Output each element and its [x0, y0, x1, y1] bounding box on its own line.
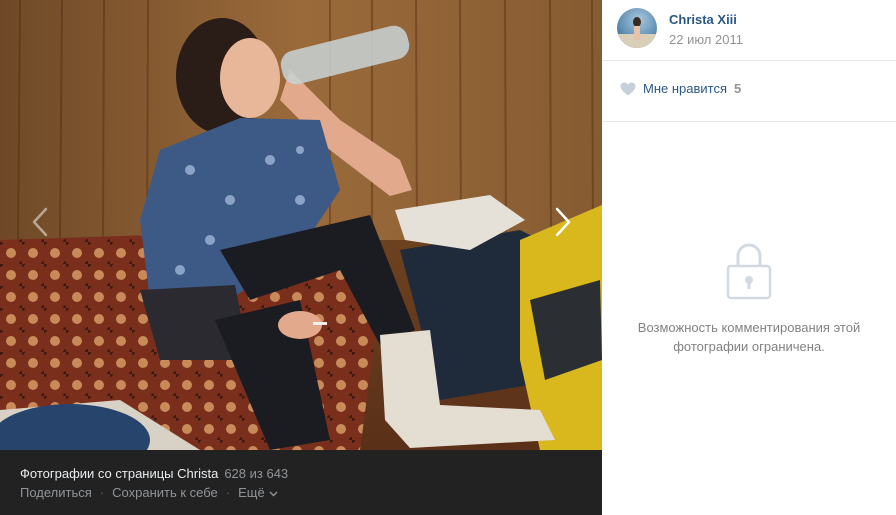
photo-date: 22 июл 2011: [669, 32, 743, 47]
next-photo-arrow-icon[interactable]: [549, 205, 577, 239]
lock-icon: [726, 243, 772, 300]
heart-icon: [620, 82, 636, 95]
photo-actions: Поделиться · Сохранить к себе · Ещё: [20, 485, 278, 500]
owner-header: Christa Xiii 22 июл 2011: [602, 0, 896, 61]
like-section: Мне нравится 5: [602, 61, 896, 122]
album-title-link[interactable]: Фотографии со страницы Christa: [20, 466, 218, 481]
photo-info-pane: Christa Xiii 22 июл 2011 Мне нравится 5 …: [602, 0, 896, 515]
owner-name-link[interactable]: Christa Xiii: [669, 12, 737, 27]
comments-restricted: Возможность комментирования этой фотогра…: [602, 240, 896, 356]
actions-separator: ·: [99, 485, 105, 500]
save-to-album-button[interactable]: Сохранить к себе: [112, 485, 218, 500]
share-button[interactable]: Поделиться: [20, 485, 92, 500]
owner-avatar[interactable]: [617, 8, 657, 48]
photo-image[interactable]: [0, 0, 602, 450]
photo-footer: Фотографии со страницы Christa 628 из 643…: [0, 450, 602, 515]
chevron-down-icon: [269, 491, 278, 497]
like-count: 5: [734, 81, 742, 96]
album-info: Фотографии со страницы Christa 628 из 643: [20, 466, 288, 481]
photo-viewer: Фотографии со страницы Christa 628 из 643…: [0, 0, 896, 515]
like-button[interactable]: Мне нравится 5: [620, 81, 741, 96]
like-label: Мне нравится: [643, 81, 728, 96]
more-actions-label: Ещё: [238, 485, 265, 500]
photo-counter: 628 из 643: [224, 466, 289, 481]
more-actions-button[interactable]: Ещё: [238, 485, 278, 500]
comments-restricted-text: Возможность комментирования этой фотогра…: [637, 320, 861, 354]
actions-separator: ·: [225, 485, 231, 500]
previous-photo-arrow-icon[interactable]: [26, 205, 54, 239]
photo-pane: Фотографии со страницы Christa 628 из 643…: [0, 0, 602, 515]
